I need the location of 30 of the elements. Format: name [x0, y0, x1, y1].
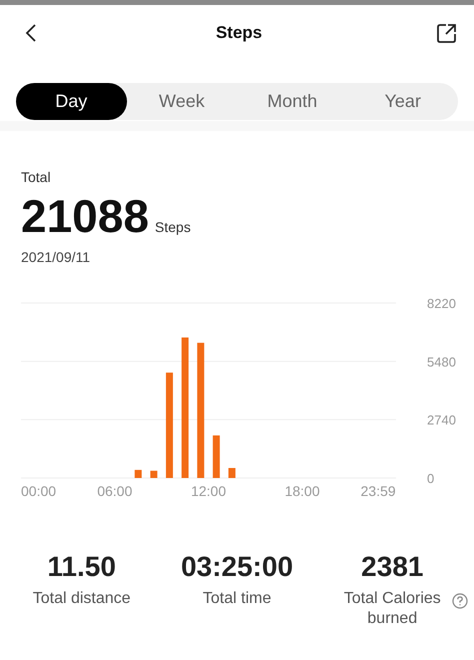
axis-label: 0	[427, 471, 434, 486]
period-tab[interactable]: Month	[237, 83, 348, 120]
stat-label: Total distance	[32, 589, 132, 609]
axis-label: 23:59	[360, 483, 396, 499]
stat-label: Total time	[202, 589, 272, 609]
axis-label: 2740	[427, 412, 456, 428]
date-label: 2021/09/11	[21, 249, 92, 265]
stat-value: 2381	[361, 551, 424, 583]
bar	[150, 470, 158, 478]
total-label: Total	[21, 169, 52, 185]
stat-label: Total Calories burned	[342, 589, 442, 629]
axis-label: 8220	[427, 296, 456, 311]
axis-label: 5480	[427, 354, 456, 370]
axis-label: 18:00	[284, 483, 320, 499]
bar	[228, 468, 236, 478]
page-title: Steps	[216, 23, 262, 43]
share-icon[interactable]	[436, 22, 458, 44]
help-icon[interactable]	[452, 593, 468, 609]
axis-label: 00:00	[21, 483, 56, 499]
axis-label: 06:00	[97, 483, 132, 499]
stat-value: 03:25:00	[180, 551, 294, 583]
axis-label: 12:00	[190, 483, 226, 499]
bar	[134, 470, 142, 478]
bar	[212, 435, 220, 478]
period-tab[interactable]: Year	[348, 83, 458, 120]
period-tab[interactable]: Week	[126, 83, 237, 120]
period-tab[interactable]: Day	[16, 83, 126, 120]
unit-label: Steps	[154, 219, 191, 235]
stat-value: 11.50	[47, 551, 116, 583]
step-total: 21088	[21, 191, 149, 241]
